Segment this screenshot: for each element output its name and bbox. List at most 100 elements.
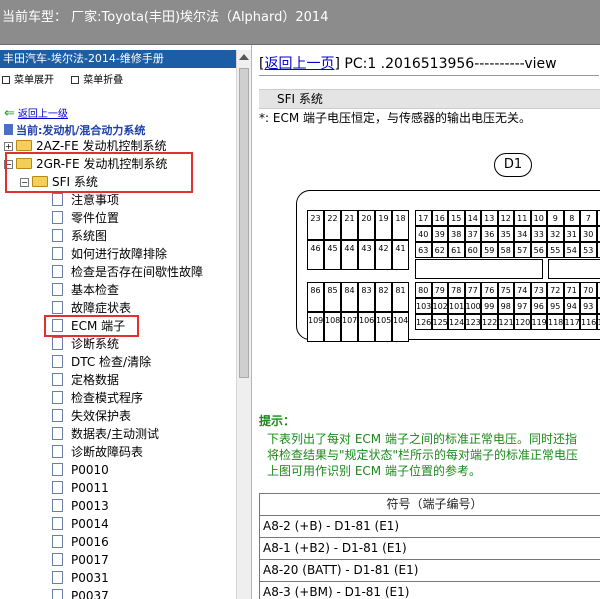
terminal-pin: 71 [563,282,580,298]
tree-item-label: 系统图 [71,229,108,243]
terminal-pin: 22 [324,210,341,240]
terminal-pin: 75 [497,282,514,298]
table-row: A8-2 (+B) - D1-81 (E1) [259,516,600,538]
terminal-pin: 9 [547,210,564,226]
collapse-menu-button[interactable]: 菜单折叠 [71,75,123,86]
tree-item[interactable]: 检查模式程序 [52,389,143,407]
document-icon [52,283,63,296]
terminal-pin: 85 [324,282,341,312]
terminal-pin: 95 [547,298,564,314]
terminal-pin: 20 [358,210,375,240]
tree-item[interactable]: 定格数据 [52,371,119,389]
tree-item[interactable]: 如何进行故障排除 [52,245,167,263]
terminal-pin: 108 [324,312,341,342]
window-title: 当前车型： 厂家:Toyota(丰田)埃尔法（Alphard）2014 [2,10,329,25]
back-page-link[interactable]: 返回上一页 [264,56,334,72]
tree-item[interactable]: P0037 [52,587,109,599]
tree-item[interactable]: P0014 [52,515,109,533]
terminal-pin: 94 [563,298,580,314]
tree-item[interactable]: 系统图 [52,227,107,245]
header-divider [259,75,599,76]
navigation-pane: 丰田汽车-埃尔法-2014-维修手册 菜单展开 菜单折叠 ⇐ 返回上一级 当前:发… [0,45,252,599]
back-arrow-icon: ⇐ [4,106,15,121]
document-icon [52,571,63,584]
tree-item-label: P0014 [71,517,109,531]
tip-heading: 提示： [259,414,296,428]
tree-item[interactable]: P0010 [52,461,109,479]
terminal-pin: 54 [563,242,580,258]
tree-item-label: 检查模式程序 [71,391,144,405]
tree-item[interactable]: 检查是否存在间歇性故障 [52,263,203,281]
tree-item[interactable]: P0013 [52,497,109,515]
terminal-pin: 7 [580,210,597,226]
terminal-pin: 39 [431,226,448,242]
terminal-pin: 18 [392,210,409,240]
tree-item[interactable]: P0031 [52,569,109,587]
terminal-pin: 72 [547,282,564,298]
terminal-pin: 37 [464,226,481,242]
terminal-pin: 119 [530,314,547,330]
terminal-pin: 43 [358,240,375,270]
tree-item[interactable]: P0016 [52,533,109,551]
tree-item-label: 诊断系统 [71,337,120,351]
tree-item-label: 2AZ-FE 发动机控制系统 [36,139,167,153]
document-icon [52,193,63,206]
page-code: PC:1 .2016513956----------view [344,56,557,72]
tree-item[interactable]: P0011 [52,479,109,497]
document-icon [52,553,63,566]
terminal-pin: 12 [497,210,514,226]
terminal-pin: 63 [415,242,432,258]
terminal-pin: 62 [431,242,448,258]
terminal-pin: 74 [514,282,531,298]
tree-item[interactable]: 数据表/主动测试 [52,425,159,443]
back-to-parent-link[interactable]: ⇐ 返回上一级 [4,105,68,121]
scroll-up-icon[interactable] [239,54,249,60]
terminal-pin: 57 [514,242,531,258]
terminal-pin: 80 [415,282,432,298]
tree-scrollbar[interactable] [236,50,251,599]
terminal-pin: 121 [497,314,514,330]
tree-item[interactable]: 零件位置 [52,209,119,227]
highlight-2gr-folder [5,152,193,193]
book-icon [4,124,13,135]
terminal-pin: 117 [563,314,580,330]
scrollbar-thumb[interactable] [239,68,249,378]
expand-toggle-icon[interactable]: + [4,142,13,151]
tree-item[interactable]: 注意事项 [52,191,119,209]
terminal-pin: 69 [596,282,600,298]
document-icon [52,427,63,440]
current-location: 当前:发动机/混合动力系统 [4,122,145,138]
tip-line: 将检查结果与"规定状态"栏所示的每对端子的标准正常电压 [267,448,579,462]
document-icon [52,589,63,599]
folder-icon [16,140,32,151]
terminal-pin: 23 [307,210,324,240]
terminal-pin: 58 [497,242,514,258]
terminal-pin: 10 [530,210,547,226]
document-icon [52,229,63,242]
tree-item[interactable]: 失效保护表 [52,407,131,425]
tree-item[interactable]: 诊断系统 [52,335,119,353]
terminal-pin: 56 [530,242,547,258]
terminal-pin: 104 [392,312,409,342]
terminal-pin: 29 [596,226,600,242]
terminal-pin: 96 [530,298,547,314]
tree-item-label: P0011 [71,481,109,495]
expand-menu-button[interactable]: 菜单展开 [2,75,54,86]
tree-item-label: P0013 [71,499,109,513]
collapse-icon [71,76,80,84]
document-icon [52,265,63,278]
terminal-pin: 32 [547,226,564,242]
terminal-pin: 124 [448,314,465,330]
terminal-pin: 103 [415,298,432,314]
terminal-pin: 100 [464,298,481,314]
highlight-ecm-terminal [44,315,139,337]
terminal-pin: 109 [307,312,324,342]
terminal-pin: 15 [448,210,465,226]
connector-slot [415,259,543,279]
connector-slot [548,259,600,279]
voltage-note: *: ECM 端子电压恒定，与传感器的输出电压无关。 [259,111,531,125]
tree-item[interactable]: 诊断故障码表 [52,443,143,461]
tree-item[interactable]: DTC 检查/清除 [52,353,151,371]
tree-item[interactable]: P0017 [52,551,109,569]
tree-item[interactable]: 基本检查 [52,281,119,299]
